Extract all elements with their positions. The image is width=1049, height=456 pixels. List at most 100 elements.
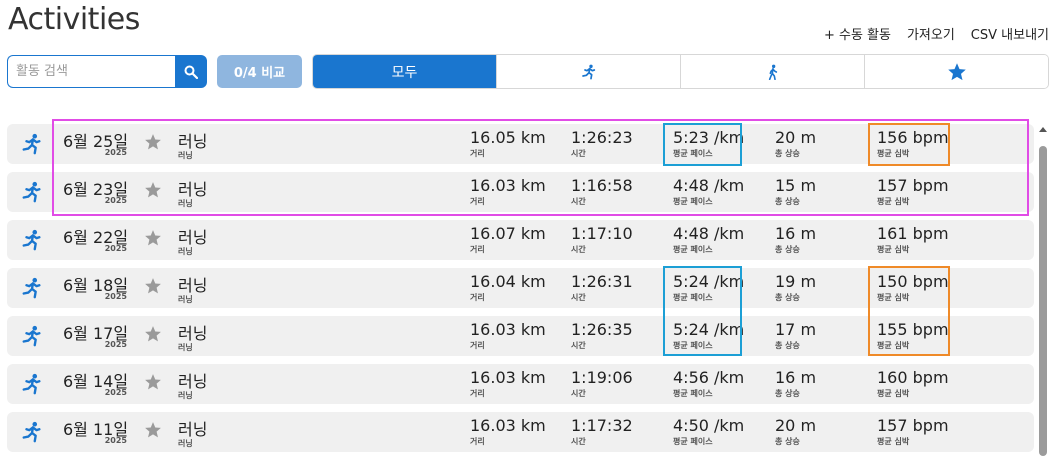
elevation-label: 총 상승	[775, 293, 800, 302]
import-link[interactable]: 가져오기	[907, 24, 955, 43]
pace-label: 평균 페이스	[673, 437, 713, 446]
running-icon	[21, 325, 43, 347]
activity-name[interactable]: 러닝	[178, 272, 207, 296]
heart-rate-label: 평균 심박	[877, 437, 910, 446]
activity-year: 2025	[104, 436, 127, 445]
elevation-label: 총 상승	[775, 437, 800, 446]
favorite-star-icon[interactable]	[144, 325, 162, 343]
heart-rate-value: 150 bpm	[877, 272, 949, 291]
running-icon	[21, 181, 43, 203]
top-actions: + 수동 활동 가져오기 CSV 내보내기	[824, 24, 1049, 43]
pace-value: 5:24 /km	[673, 320, 745, 339]
pace-label: 평균 페이스	[673, 245, 713, 254]
activity-type: 러닝	[178, 247, 193, 256]
activity-row[interactable]: 6월 23일 2025 러닝 러닝 16.03 km 거리 1:16:58 시간 4:48 /k…	[7, 172, 1034, 212]
activity-year: 2025	[104, 244, 127, 253]
time-label: 시간	[571, 245, 586, 254]
tab-walking[interactable]	[681, 55, 865, 88]
running-icon	[21, 421, 43, 443]
tab-running[interactable]	[497, 55, 681, 88]
favorite-star-icon[interactable]	[144, 229, 162, 247]
manual-activity-link[interactable]: + 수동 활동	[824, 24, 891, 43]
activity-row[interactable]: 6월 22일 2025 러닝 러닝 16.07 km 거리 1:17:10 시간 4:48 /k…	[7, 220, 1034, 260]
heart-rate-label: 평균 심박	[877, 245, 910, 254]
pace-label: 평균 페이스	[673, 389, 713, 398]
search-icon	[184, 65, 198, 79]
activity-row[interactable]: 6월 14일 2025 러닝 러닝 16.03 km 거리 1:19:06 시간 4:56 /k…	[7, 364, 1034, 404]
running-icon	[581, 64, 595, 80]
activity-type: 러닝	[178, 391, 193, 400]
elevation-value: 20 m	[775, 128, 817, 147]
distance-value: 16.03 km	[470, 416, 546, 435]
time-label: 시간	[571, 341, 586, 350]
compare-button[interactable]: 0/4 비교	[217, 55, 302, 88]
running-icon	[21, 277, 43, 299]
time-label: 시간	[571, 293, 586, 302]
favorite-star-icon[interactable]	[144, 181, 162, 199]
distance-value: 16.03 km	[470, 176, 546, 195]
page-title: Activities	[8, 2, 140, 37]
pace-value: 4:56 /km	[673, 368, 745, 387]
pace-label: 평균 페이스	[673, 341, 713, 350]
time-value: 1:26:23	[571, 128, 633, 147]
activity-row[interactable]: 6월 18일 2025 러닝 러닝 16.04 km 거리 1:26:31 시간 5:24 /k…	[7, 268, 1034, 308]
heart-rate-value: 161 bpm	[877, 224, 949, 243]
activity-type: 러닝	[178, 343, 193, 352]
pace-label: 평균 페이스	[673, 293, 713, 302]
scroll-up-icon[interactable]	[1038, 124, 1048, 134]
elevation-value: 20 m	[775, 416, 817, 435]
time-label: 시간	[571, 197, 586, 206]
distance-value: 16.03 km	[470, 320, 546, 339]
activity-name[interactable]: 러닝	[178, 224, 207, 248]
search-box	[7, 55, 207, 88]
pace-value: 4:48 /km	[673, 224, 745, 243]
activity-row[interactable]: 6월 17일 2025 러닝 러닝 16.03 km 거리 1:26:35 시간 5:24 /k…	[7, 316, 1034, 356]
search-button[interactable]	[175, 55, 207, 88]
tab-all[interactable]: 모두	[313, 55, 497, 88]
activity-name[interactable]: 러닝	[178, 416, 207, 440]
heart-rate-label: 평균 심박	[877, 293, 910, 302]
heart-rate-value: 157 bpm	[877, 416, 949, 435]
time-value: 1:26:35	[571, 320, 633, 339]
walking-icon	[768, 64, 777, 80]
favorite-star-icon[interactable]	[144, 133, 162, 151]
heart-rate-value: 155 bpm	[877, 320, 949, 339]
pace-value: 4:50 /km	[673, 416, 745, 435]
heart-rate-value: 160 bpm	[877, 368, 949, 387]
activity-row[interactable]: 6월 11일 2025 러닝 러닝 16.03 km 거리 1:17:32 시간 4:50 /k…	[7, 412, 1034, 452]
distance-value: 16.03 km	[470, 368, 546, 387]
elevation-label: 총 상승	[775, 245, 800, 254]
search-input[interactable]	[7, 55, 175, 88]
distance-value: 16.05 km	[470, 128, 546, 147]
activity-row[interactable]: 6월 25일 2025 러닝 러닝 16.05 km 거리 1:26:23 시간 5:23 /k…	[7, 124, 1034, 164]
activity-year: 2025	[104, 148, 127, 157]
favorite-star-icon[interactable]	[144, 421, 162, 439]
heart-rate-label: 평균 심박	[877, 389, 910, 398]
activity-year: 2025	[104, 292, 127, 301]
tab-favorites[interactable]	[865, 55, 1048, 88]
export-csv-link[interactable]: CSV 내보내기	[971, 24, 1049, 43]
activity-name[interactable]: 러닝	[178, 176, 207, 200]
scrollbar[interactable]	[1038, 124, 1048, 456]
distance-label: 거리	[470, 245, 485, 254]
elevation-label: 총 상승	[775, 197, 800, 206]
time-label: 시간	[571, 149, 586, 158]
activity-year: 2025	[104, 340, 127, 349]
time-value: 1:26:31	[571, 272, 633, 291]
activity-type: 러닝	[178, 151, 193, 160]
distance-label: 거리	[470, 149, 485, 158]
running-icon	[21, 373, 43, 395]
pace-value: 5:23 /km	[673, 128, 745, 147]
favorite-star-icon[interactable]	[144, 373, 162, 391]
scroll-thumb[interactable]	[1039, 146, 1047, 456]
activity-name[interactable]: 러닝	[178, 320, 207, 344]
activity-name[interactable]: 러닝	[178, 368, 207, 392]
elevation-label: 총 상승	[775, 341, 800, 350]
activity-year: 2025	[104, 388, 127, 397]
activity-year: 2025	[104, 196, 127, 205]
favorite-star-icon[interactable]	[144, 277, 162, 295]
distance-label: 거리	[470, 293, 485, 302]
heart-rate-label: 평균 심박	[877, 341, 910, 350]
elevation-value: 16 m	[775, 224, 817, 243]
activity-name[interactable]: 러닝	[178, 128, 207, 152]
